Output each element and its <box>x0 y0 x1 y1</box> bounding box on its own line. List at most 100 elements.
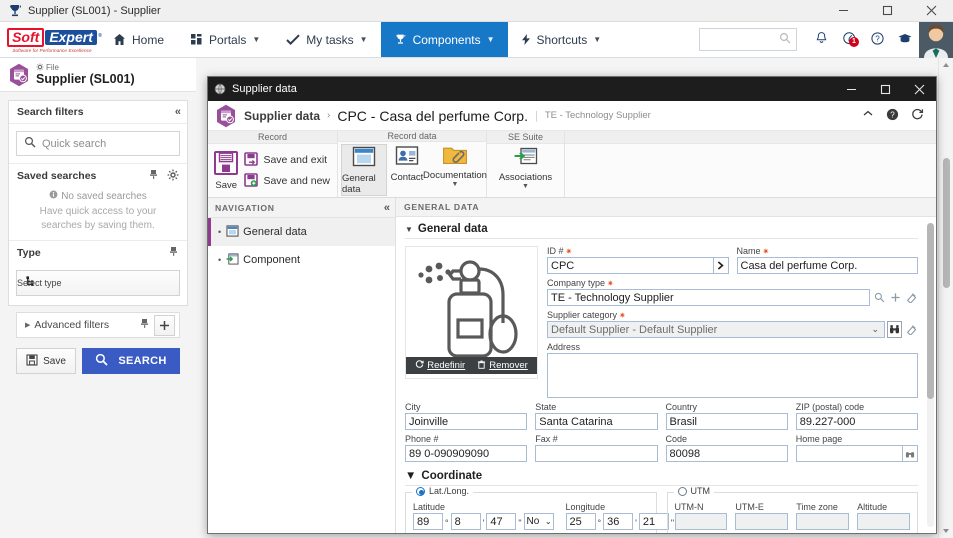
latitude-seconds-input[interactable]: 47 <box>486 513 517 530</box>
refresh-icon[interactable] <box>911 108 924 124</box>
eraser-icon[interactable] <box>139 318 150 332</box>
header-actions: 1 ? <box>699 21 953 58</box>
chevron-down-icon[interactable]: ▼ <box>522 183 529 190</box>
academy-button[interactable] <box>891 31 919 48</box>
scrollbar-thumb[interactable] <box>943 158 950 288</box>
modal-minimize-button[interactable] <box>834 77 868 101</box>
utm-n-input[interactable] <box>674 513 728 530</box>
eraser-icon[interactable] <box>905 291 918 304</box>
collapse-up-icon[interactable] <box>862 108 874 123</box>
help-icon[interactable]: ? <box>886 108 899 124</box>
activity-button[interactable]: 1 <box>835 31 863 49</box>
nav-item-my-tasks[interactable]: My tasks ▼ <box>273 22 380 57</box>
altitude-input[interactable] <box>857 513 910 530</box>
latlong-radio[interactable] <box>416 486 425 496</box>
field-label: ID # <box>547 246 564 256</box>
eraser-icon[interactable] <box>905 323 918 336</box>
nav-item-general-data[interactable]: • General data <box>208 218 395 246</box>
code-input[interactable]: 80098 <box>665 445 788 462</box>
longitude-seconds-input[interactable]: 21 <box>638 513 669 530</box>
binoculars-icon[interactable] <box>887 321 902 338</box>
add-filter-button[interactable] <box>154 314 175 336</box>
maximize-button[interactable] <box>865 0 909 21</box>
id-input[interactable]: CPC <box>547 257 714 274</box>
global-search-input[interactable] <box>699 28 797 51</box>
state-input[interactable]: Santa Catarina <box>535 413 658 430</box>
latitude-minutes-input[interactable]: 8 <box>450 513 481 530</box>
nav-item-portals[interactable]: Portals ▼ <box>177 22 273 57</box>
nav-item-component[interactable]: • Component <box>208 246 395 274</box>
latitude-direction-select[interactable]: No ⌄ <box>523 513 554 530</box>
longitude-minutes-input[interactable]: 36 <box>603 513 634 530</box>
tab-general-data[interactable]: General data <box>341 144 387 196</box>
eraser-icon[interactable] <box>168 246 179 260</box>
nav-item-home[interactable]: Home <box>100 22 177 57</box>
utm-e-input[interactable] <box>735 513 789 530</box>
search-input[interactable]: Quick search <box>16 131 180 156</box>
close-button[interactable] <box>909 0 953 21</box>
notifications-button[interactable] <box>807 31 835 49</box>
modal-close-button[interactable] <box>902 77 936 101</box>
country-input[interactable]: Brasil <box>665 413 788 430</box>
saved-searches-section: Saved searches No saved searches Have qu… <box>9 163 187 240</box>
field-label: Supplier category <box>547 310 618 320</box>
zip-input[interactable]: 89.227-000 <box>795 413 918 430</box>
chevron-right-icon[interactable] <box>713 257 729 274</box>
scroll-down-arrow[interactable] <box>939 524 953 538</box>
name-input[interactable]: Casa del perfume Corp. <box>736 257 918 274</box>
form-scroll-area: ▼ General data Redefinir Remover ID # ✷ … <box>396 217 936 533</box>
save-and-exit-button[interactable]: Save and exit <box>243 151 334 170</box>
scroll-up-arrow[interactable] <box>939 58 953 72</box>
address-textarea[interactable] <box>547 353 918 398</box>
utm-fieldset: UTM UTM-N UTM-E Time zone Altitude <box>666 486 918 533</box>
save-button[interactable]: Save <box>211 146 241 195</box>
longitude-degrees-input[interactable]: 25 <box>565 513 596 530</box>
nav-item-shortcuts[interactable]: Shortcuts ▼ <box>508 22 615 57</box>
redefine-photo-link[interactable]: Redefinir <box>415 359 465 372</box>
supplier-photo[interactable]: Redefinir Remover <box>405 246 538 379</box>
minimize-button[interactable] <box>821 0 865 21</box>
avatar[interactable] <box>919 21 953 58</box>
eraser-icon[interactable] <box>148 169 159 183</box>
save-button[interactable]: Save <box>16 348 76 374</box>
nav-item-components[interactable]: Components ▼ <box>380 22 508 57</box>
gear-icon[interactable] <box>167 169 179 184</box>
plus-icon[interactable] <box>889 291 902 304</box>
save-and-new-label: Save and new <box>263 175 330 187</box>
search-icon[interactable] <box>873 291 886 304</box>
phone-input[interactable]: 89 0-090909090 <box>405 445 528 462</box>
section-title-general-data[interactable]: ▼ General data <box>405 223 918 239</box>
home-page-input[interactable] <box>795 445 903 462</box>
page-scrollbar[interactable] <box>938 58 953 538</box>
chevron-down-icon[interactable]: ▼ <box>452 181 459 188</box>
utm-radio[interactable] <box>677 486 687 496</box>
supplier-category-select[interactable]: Default Supplier - Default Supplier ⌄ <box>547 321 885 338</box>
company-type-input[interactable]: TE - Technology Supplier <box>547 289 870 306</box>
tab-contact[interactable]: Contact <box>387 144 427 183</box>
utm-legend[interactable]: UTM <box>673 486 714 496</box>
save-and-new-button[interactable]: Save and new <box>243 172 334 191</box>
fax-input[interactable] <box>535 445 658 462</box>
tab-documentation[interactable]: Documentation ▼ <box>423 144 487 188</box>
nav-item-label: Component <box>243 254 301 266</box>
advanced-filters-row[interactable]: ▶ Advanced filters <box>16 312 180 338</box>
latlong-legend[interactable]: Lat./Long. <box>412 486 474 496</box>
form-scrollbar[interactable] <box>927 223 934 527</box>
chevron-double-left-icon[interactable]: « <box>175 106 181 118</box>
modal-maximize-button[interactable] <box>868 77 902 101</box>
left-sidebar: File Supplier (SL001) Search filters « Q… <box>0 58 196 538</box>
tab-associations[interactable]: Associations ▼ <box>494 146 558 190</box>
scrollbar-thumb[interactable] <box>927 223 934 399</box>
latitude-degrees-input[interactable]: 89 <box>413 513 443 530</box>
time-zone-input[interactable] <box>796 513 850 530</box>
search-button[interactable]: SEARCH <box>82 348 180 374</box>
breadcrumb-root[interactable]: Supplier data <box>244 109 320 123</box>
binoculars-icon[interactable] <box>903 445 918 462</box>
city-input[interactable]: Joinville <box>405 413 528 430</box>
remove-photo-link[interactable]: Remover <box>477 360 528 372</box>
help-button[interactable]: ? <box>863 31 891 49</box>
chevron-double-left-icon[interactable]: « <box>384 202 390 214</box>
select-type-button[interactable]: Select type <box>16 270 180 296</box>
section-title-coordinate[interactable]: ▼ Coordinate <box>405 470 918 486</box>
field-label: Country <box>665 402 698 412</box>
